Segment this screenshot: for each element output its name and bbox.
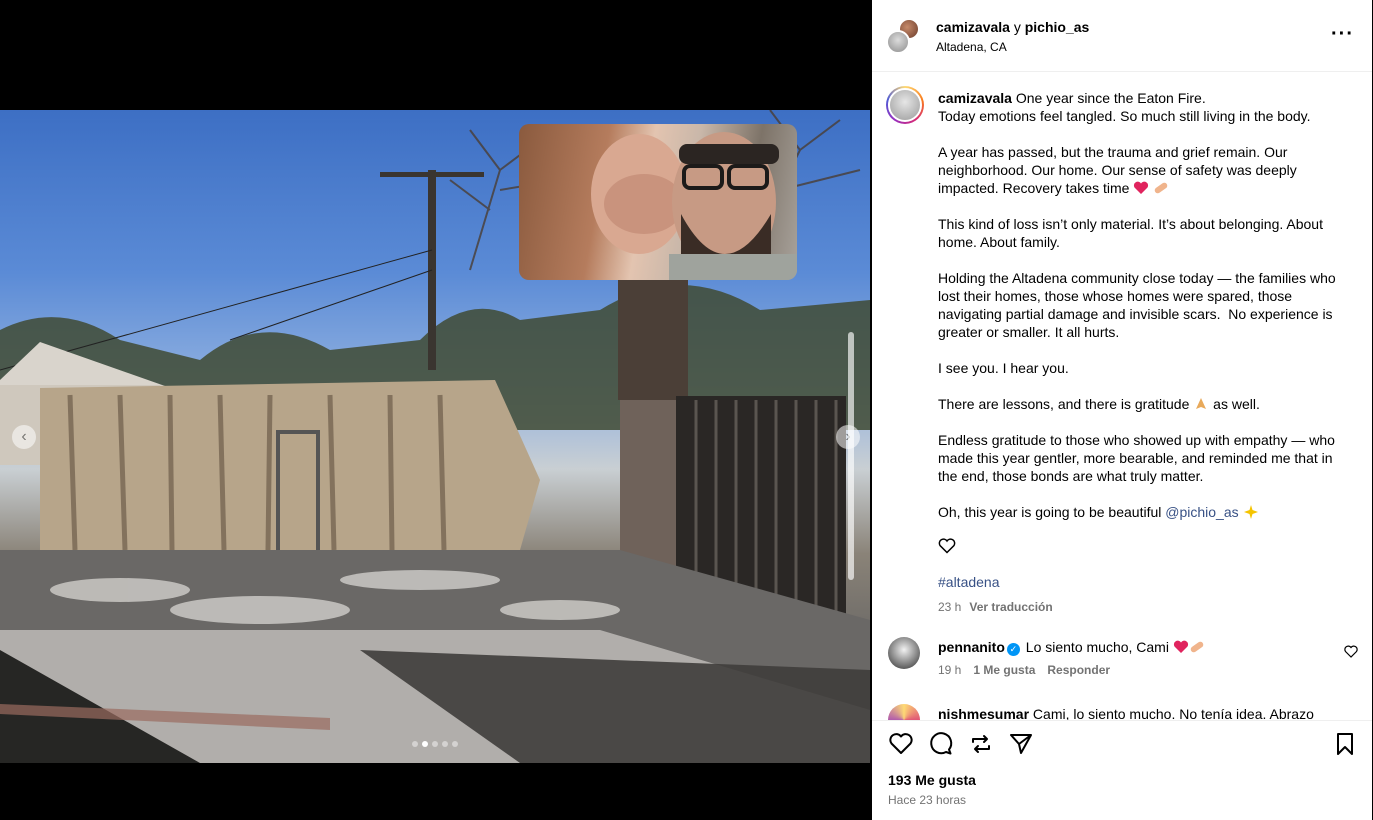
media-viewer: ‹ ›: [0, 0, 872, 820]
caption-text: One year since the Eaton Fire.: [1011, 90, 1206, 106]
comment-icon[interactable]: [928, 731, 954, 757]
comment-username[interactable]: pennanito: [938, 639, 1005, 655]
bandage-icon: [1190, 641, 1204, 653]
video-call-overlay: [519, 124, 797, 280]
hashtag-link[interactable]: #altadena: [938, 574, 1000, 590]
author-link[interactable]: camizavala: [936, 19, 1010, 35]
more-options-button[interactable]: ···: [1331, 24, 1354, 44]
post-actions: 193 Me gusta Hace 23 horas: [872, 720, 1372, 820]
caption-time: 23 h: [938, 600, 962, 614]
location-link[interactable]: Altadena, CA: [936, 40, 1007, 54]
caption-meta: 23 h Ver traducción: [938, 600, 1053, 614]
avatar[interactable]: [886, 86, 924, 124]
heart-outline-icon[interactable]: [938, 538, 956, 554]
caption-text: There are lessons, and there is gratitud…: [938, 396, 1194, 412]
avatar[interactable]: [886, 30, 910, 54]
save-bookmark-icon[interactable]: [1332, 731, 1358, 757]
carousel-dot[interactable]: [442, 741, 448, 747]
like-heart-icon[interactable]: [888, 731, 914, 757]
likes-count[interactable]: 193 Me gusta: [888, 772, 976, 788]
post-caption: camizavala One year since the Eaton Fire…: [938, 89, 1348, 539]
caption-text: I see you. I hear you.: [938, 360, 1069, 376]
post-time: Hace 23 horas: [888, 793, 967, 807]
post-authors: camizavala y pichio_as: [936, 19, 1089, 35]
share-icon[interactable]: [1008, 731, 1034, 757]
comment-body: Cami, lo siento mucho. No tenía idea. Ab…: [1029, 706, 1314, 720]
comment-meta: 19 h 1 Me gusta Responder: [938, 663, 1122, 677]
post-panel: camizavala y pichio_as Altadena, CA ··· …: [872, 0, 1372, 820]
video-call-faces: [591, 132, 797, 280]
heart-outline-icon[interactable]: [1344, 645, 1358, 658]
caption-text: as well.: [1209, 396, 1260, 412]
post-header: camizavala y pichio_as Altadena, CA ···: [872, 0, 1372, 72]
caption-text: Oh, this year is going to be beautiful: [938, 504, 1166, 520]
mention-link[interactable]: @pichio_as: [1165, 504, 1238, 520]
caption-text: Today emotions feel tangled. So much sti…: [938, 108, 1311, 124]
repost-icon[interactable]: [968, 731, 994, 757]
chevron-left-icon[interactable]: ‹: [12, 425, 36, 449]
carousel-dot-active[interactable]: [422, 741, 428, 747]
comment-username[interactable]: nishmesumar: [938, 706, 1029, 720]
caption-text: A year has passed, but the trauma and gr…: [938, 144, 1301, 196]
collab-avatars[interactable]: [886, 18, 920, 54]
reply-button[interactable]: Responder: [1047, 663, 1110, 677]
carousel-dot[interactable]: [432, 741, 438, 747]
sparkles-icon: [1243, 505, 1258, 519]
red-heart-icon: [1173, 640, 1188, 653]
avatar[interactable]: [888, 704, 920, 720]
carousel-dot[interactable]: [412, 741, 418, 747]
verified-badge-icon: ✓: [1006, 643, 1020, 656]
caption-text: This kind of loss isn’t only material. I…: [938, 216, 1327, 250]
bandage-icon: [1154, 182, 1168, 194]
media-scrollbar[interactable]: [848, 332, 854, 580]
carousel-dot[interactable]: [452, 741, 458, 747]
red-heart-icon: [1134, 181, 1149, 194]
praying-hands-icon: [1196, 398, 1207, 409]
comment-time: 19 h: [938, 663, 962, 677]
caption-text: Endless gratitude to those who showed up…: [938, 432, 1339, 484]
comment-item: nishmesumar Cami, lo siento mucho. No te…: [872, 704, 1372, 720]
caption-username[interactable]: camizavala: [938, 90, 1012, 106]
comment-text: pennanito ✓ Lo siento mucho, Cami: [938, 639, 1205, 656]
translate-link[interactable]: Ver traducción: [969, 600, 1052, 614]
comment-likes[interactable]: 1 Me gusta: [973, 663, 1035, 677]
carousel-dots: [412, 741, 458, 747]
comments-scroll-area[interactable]: camizavala One year since the Eaton Fire…: [872, 72, 1372, 720]
comment-body: Lo siento mucho, Cami: [1021, 639, 1173, 655]
author-link[interactable]: pichio_as: [1025, 19, 1090, 35]
author-joiner: y: [1009, 19, 1025, 35]
comment-item: pennanito ✓ Lo siento mucho, Cami 19 h 1 M…: [872, 637, 1372, 693]
comment-text: nishmesumar Cami, lo siento mucho. No te…: [938, 706, 1314, 720]
caption-text: Holding the Altadena community close tod…: [938, 270, 1340, 340]
avatar[interactable]: [888, 637, 920, 669]
